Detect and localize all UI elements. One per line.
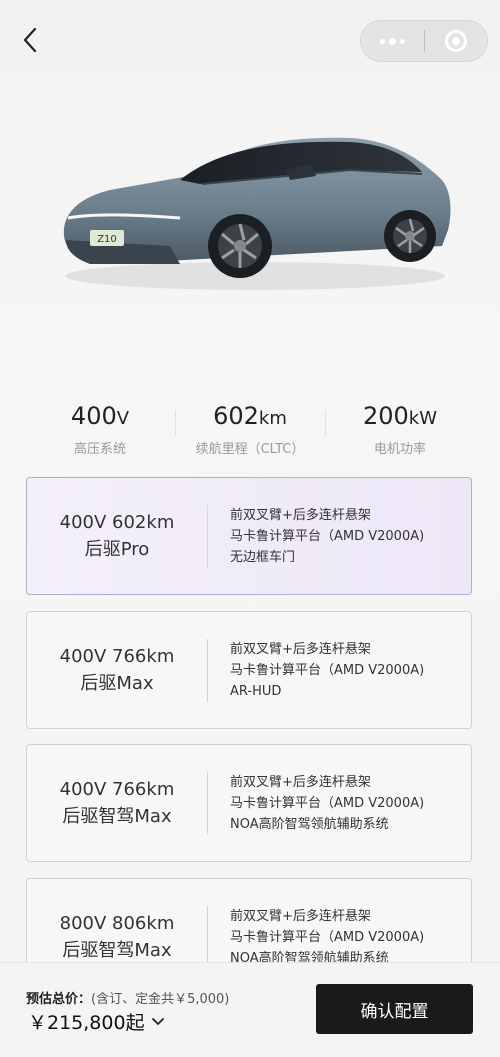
deposit-note: (含订、定金共￥5,000) [91,992,230,1007]
spec-voltage: 400V 高压系统 [25,398,175,457]
feature-item: NOA高阶智驾领航辅助系统 [230,816,389,832]
feature-item: AR-HUD [230,683,282,699]
feature-item: 前双叉臂+后多连杆悬架 [230,908,371,924]
trim-name: 400V 766km 后驱智驾Max [27,776,207,830]
bottom-bar: 预估总价：(含订、定金共￥5,000) ￥215,800起 确认配置 [0,962,500,1057]
trim-option-smart-max[interactable]: 400V 766km 后驱智驾Max 前双叉臂+后多连杆悬架 马卡鲁计算平台（A… [26,744,472,862]
spec-label: 高压系统 [73,442,126,457]
feature-item: 马卡鲁计算平台（AMD V2000A) [230,929,425,945]
mini-program-capsule [360,20,488,62]
trim-spec: 800V 806km [59,913,175,934]
trim-title: 后驱Pro [84,539,150,560]
car-image: Z10 [50,118,460,308]
trim-option-pro[interactable]: 400V 602km 后驱Pro 前双叉臂+后多连杆悬架 马卡鲁计算平台（AMD… [26,477,472,595]
spec-label: 续航里程（CLTC） [195,442,305,457]
more-dots-icon [379,37,405,45]
trim-name: 400V 602km 后驱Pro [27,509,207,563]
spec-unit: V [116,408,130,429]
confirm-config-button[interactable]: 确认配置 [316,984,473,1034]
trim-title: 后驱智驾Max [62,806,172,827]
trim-features: 前双叉臂+后多连杆悬架 马卡鲁计算平台（AMD V2000A) 无边框车门 [207,504,425,568]
total-price: ￥215,800起 [28,1012,145,1034]
close-target-icon [444,30,467,52]
trim-option-max[interactable]: 400V 766km 后驱Max 前双叉臂+后多连杆悬架 马卡鲁计算平台（AMD… [26,611,472,729]
trim-features: 前双叉臂+后多连杆悬架 马卡鲁计算平台（AMD V2000A) NOA高阶智驾领… [207,905,425,969]
spec-unit: kW [408,408,438,429]
trim-title: 后驱Max [80,673,154,694]
trim-spec: 400V 766km [59,646,175,667]
trim-spec: 400V 602km [59,512,175,533]
feature-item: 前双叉臂+后多连杆悬架 [230,774,371,790]
license-plate: Z10 [97,234,117,245]
close-button[interactable] [425,21,488,61]
back-button[interactable] [14,24,46,56]
price-label: 预估总价： [26,992,92,1007]
spec-unit: km [258,408,287,429]
spec-label: 电机功率 [373,442,426,457]
feature-item: 马卡鲁计算平台（AMD V2000A) [230,795,425,811]
feature-item: 前双叉臂+后多连杆悬架 [230,641,371,657]
trim-name: 400V 766km 后驱Max [27,643,207,697]
feature-item: 无边框车门 [230,549,296,565]
trim-features: 前双叉臂+后多连杆悬架 马卡鲁计算平台（AMD V2000A) NOA高阶智驾领… [207,771,425,835]
more-button[interactable] [361,21,424,61]
trim-features: 前双叉臂+后多连杆悬架 马卡鲁计算平台（AMD V2000A) AR-HUD [207,638,425,702]
feature-item: 马卡鲁计算平台（AMD V2000A) [230,528,425,544]
chevron-left-icon [23,27,37,53]
spec-range: 602km 续航里程（CLTC） [175,398,325,457]
spec-value: 200 [362,402,409,430]
price-note: 预估总价：(含订、定金共￥5,000) [26,988,229,1007]
spec-summary: 400V 高压系统 602km 续航里程（CLTC） 200kW 电机功率 [25,398,475,457]
trim-title: 后驱智驾Max [62,940,172,961]
trim-spec: 400V 766km [59,779,175,800]
spec-value: 602 [213,402,259,430]
spec-power: 200kW 电机功率 [325,398,475,457]
feature-item: 马卡鲁计算平台（AMD V2000A) [230,662,425,678]
spec-value: 400 [70,402,117,430]
price-toggle[interactable]: ￥215,800起 [28,1008,165,1035]
chevron-down-icon [151,1017,164,1025]
trim-name: 800V 806km 后驱智驾Max [27,910,207,964]
feature-item: 前双叉臂+后多连杆悬架 [230,507,371,523]
